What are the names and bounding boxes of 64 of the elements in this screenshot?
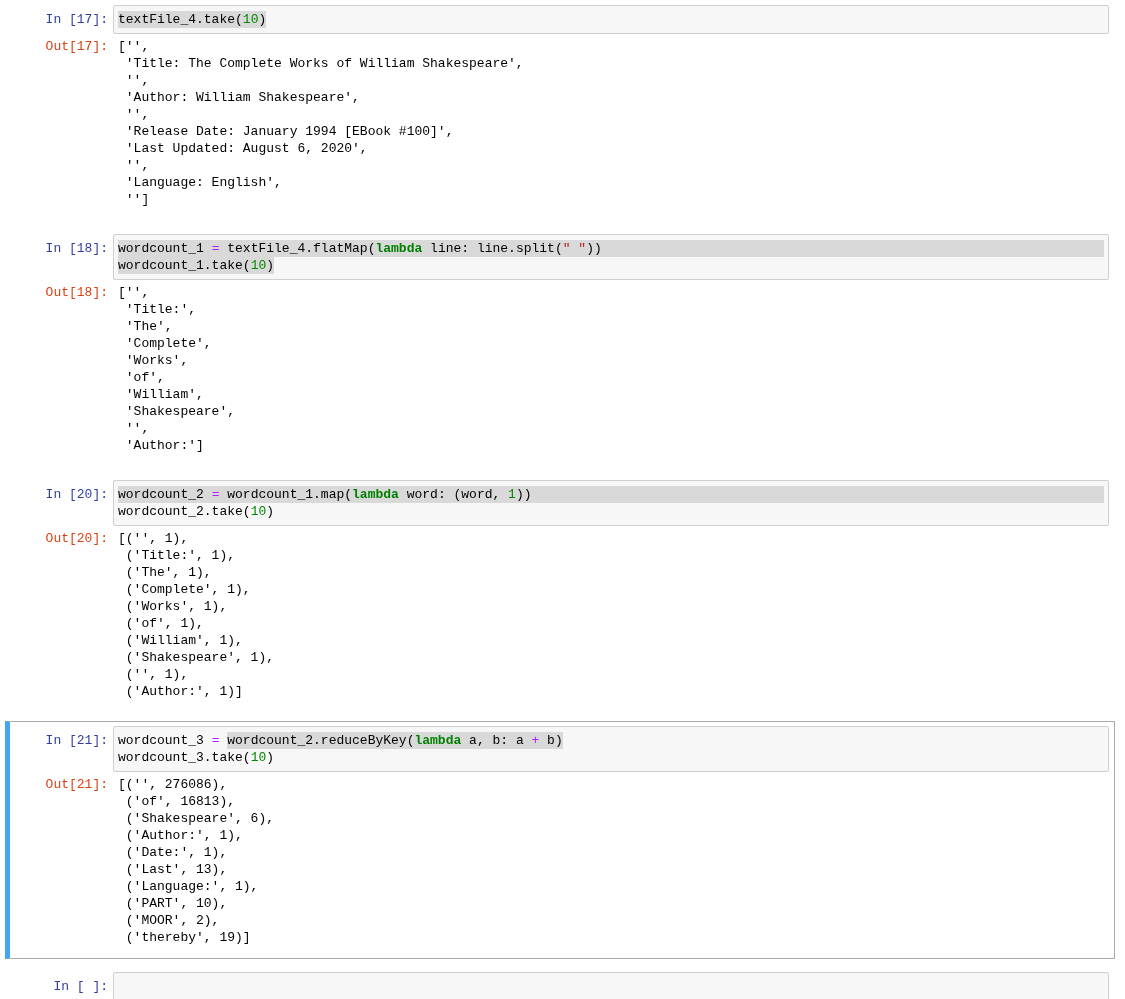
output-line: ('Shakespeare', 6), xyxy=(124,810,275,827)
code-line: wordcount_1 = textFile_4.flatMap(lambda line: line.split(" ")) xyxy=(118,240,1104,257)
input-prompt: In [ ]: xyxy=(52,978,109,995)
output-prompt: Out[21]: xyxy=(44,776,109,793)
output-line: ('Title:', 1), xyxy=(124,547,237,564)
output-line: 'Title: The Complete Works of William Shakespeare', xyxy=(124,55,524,72)
output-line: '', xyxy=(124,72,151,89)
code-line: wordcount_1.take(10) xyxy=(118,257,276,274)
output-line: 'Language: English', xyxy=(124,174,283,191)
output-line: ('Works', 1), xyxy=(124,598,229,615)
output-line: ['', xyxy=(118,38,151,55)
notebook-cell[interactable] xyxy=(5,721,1115,959)
input-prompt: In [17]: xyxy=(44,11,109,28)
code-input-field[interactable]: textFile_4.take(10) xyxy=(113,5,1109,34)
output-line: ('Shakespeare', 1), xyxy=(124,649,275,666)
input-prompt: In [21]: xyxy=(44,732,109,749)
output-line: ('The', 1), xyxy=(124,564,213,581)
output-line: [('', 276086), xyxy=(118,776,229,793)
output-line: ('MOOR', 2), xyxy=(124,912,221,929)
output-line: 'Title:', xyxy=(124,301,197,318)
code-input-field[interactable]: wordcount_3 = wordcount_2.reduceByKey(lambda a, b: a + b) wordcount_3.take(10) xyxy=(113,726,1109,772)
output-prompt: Out[17]: xyxy=(44,38,109,55)
output-line: ('thereby', 19)] xyxy=(124,929,252,946)
code-line: wordcount_3.take(10) xyxy=(118,749,276,766)
output-line: '', xyxy=(124,157,151,174)
output-line: '', xyxy=(124,106,151,123)
output-line: 'Shakespeare', xyxy=(124,403,236,420)
output-line: 'Last Updated: August 6, 2020', xyxy=(124,140,369,157)
notebook-cell[interactable]: In [ ]: xyxy=(5,967,1115,999)
output-line: '', xyxy=(124,420,151,437)
code-input-field[interactable]: wordcount_2 = wordcount_1.map(lambda word: (word, 1)) wordcount_2.take(10) xyxy=(113,480,1109,526)
code-line: textFile_4.take(10) xyxy=(118,11,268,28)
output-line: [('', 1), xyxy=(118,530,190,547)
input-prompt: In [18]: xyxy=(44,240,109,257)
notebook-cell[interactable]: In [18]: wordcount_1 = textFile_4.flatMap(lambda line: line.split(" ")) wordcount_1.take(10) Out[18]: ['', 'Title:', 'The', 'Complete', 'Works', 'of', 'William', 'Shakespeare', '', 'Author:'] xyxy=(5,229,1115,467)
output-line: ('Language:', 1), xyxy=(124,878,260,895)
output-line: ('PART', 10), xyxy=(124,895,229,912)
output-line: 'Author:'] xyxy=(124,437,205,454)
input-prompt: In [20]: xyxy=(44,486,109,503)
output-line: ('', 1), xyxy=(124,666,190,683)
output-line: ('Author:', 1), xyxy=(124,827,244,844)
output-line: ('Date:', 1), xyxy=(124,844,229,861)
output-line: 'of', xyxy=(124,369,166,386)
output-line: ('Complete', 1), xyxy=(124,581,252,598)
code-line: wordcount_2.take(10) xyxy=(118,503,276,520)
output-line: ('of', 1), xyxy=(124,615,205,632)
code-input-field[interactable]: wordcount_1 = textFile_4.flatMap(lambda line: line.split(" ")) wordcount_1.take(10) xyxy=(113,234,1109,280)
output-line: 'Release Date: January 1994 [EBook #100]', xyxy=(124,123,455,140)
output-line: 'Author: William Shakespeare', xyxy=(124,89,361,106)
output-line: 'Complete', xyxy=(124,335,213,352)
output-line: 'William', xyxy=(124,386,205,403)
output-line: ['', xyxy=(118,284,151,301)
output-line: ('William', 1), xyxy=(124,632,244,649)
output-line: ('Last', 13), xyxy=(124,861,229,878)
output-line: 'Works', xyxy=(124,352,190,369)
code-line: wordcount_2 = wordcount_1.map(lambda word: (word, 1)) xyxy=(118,486,1104,503)
output-line: 'The', xyxy=(124,318,174,335)
output-line: ('of', 16813), xyxy=(124,793,237,810)
output-line: ''] xyxy=(124,191,151,208)
output-prompt: Out[20]: xyxy=(44,530,109,547)
code-line: wordcount_3 = wordcount_2.reduceByKey(lambda a, b: a + b) xyxy=(118,732,564,749)
code-input-field[interactable] xyxy=(113,972,1109,999)
output-line: ('Author:', 1)] xyxy=(124,683,244,700)
output-prompt: Out[18]: xyxy=(44,284,109,301)
